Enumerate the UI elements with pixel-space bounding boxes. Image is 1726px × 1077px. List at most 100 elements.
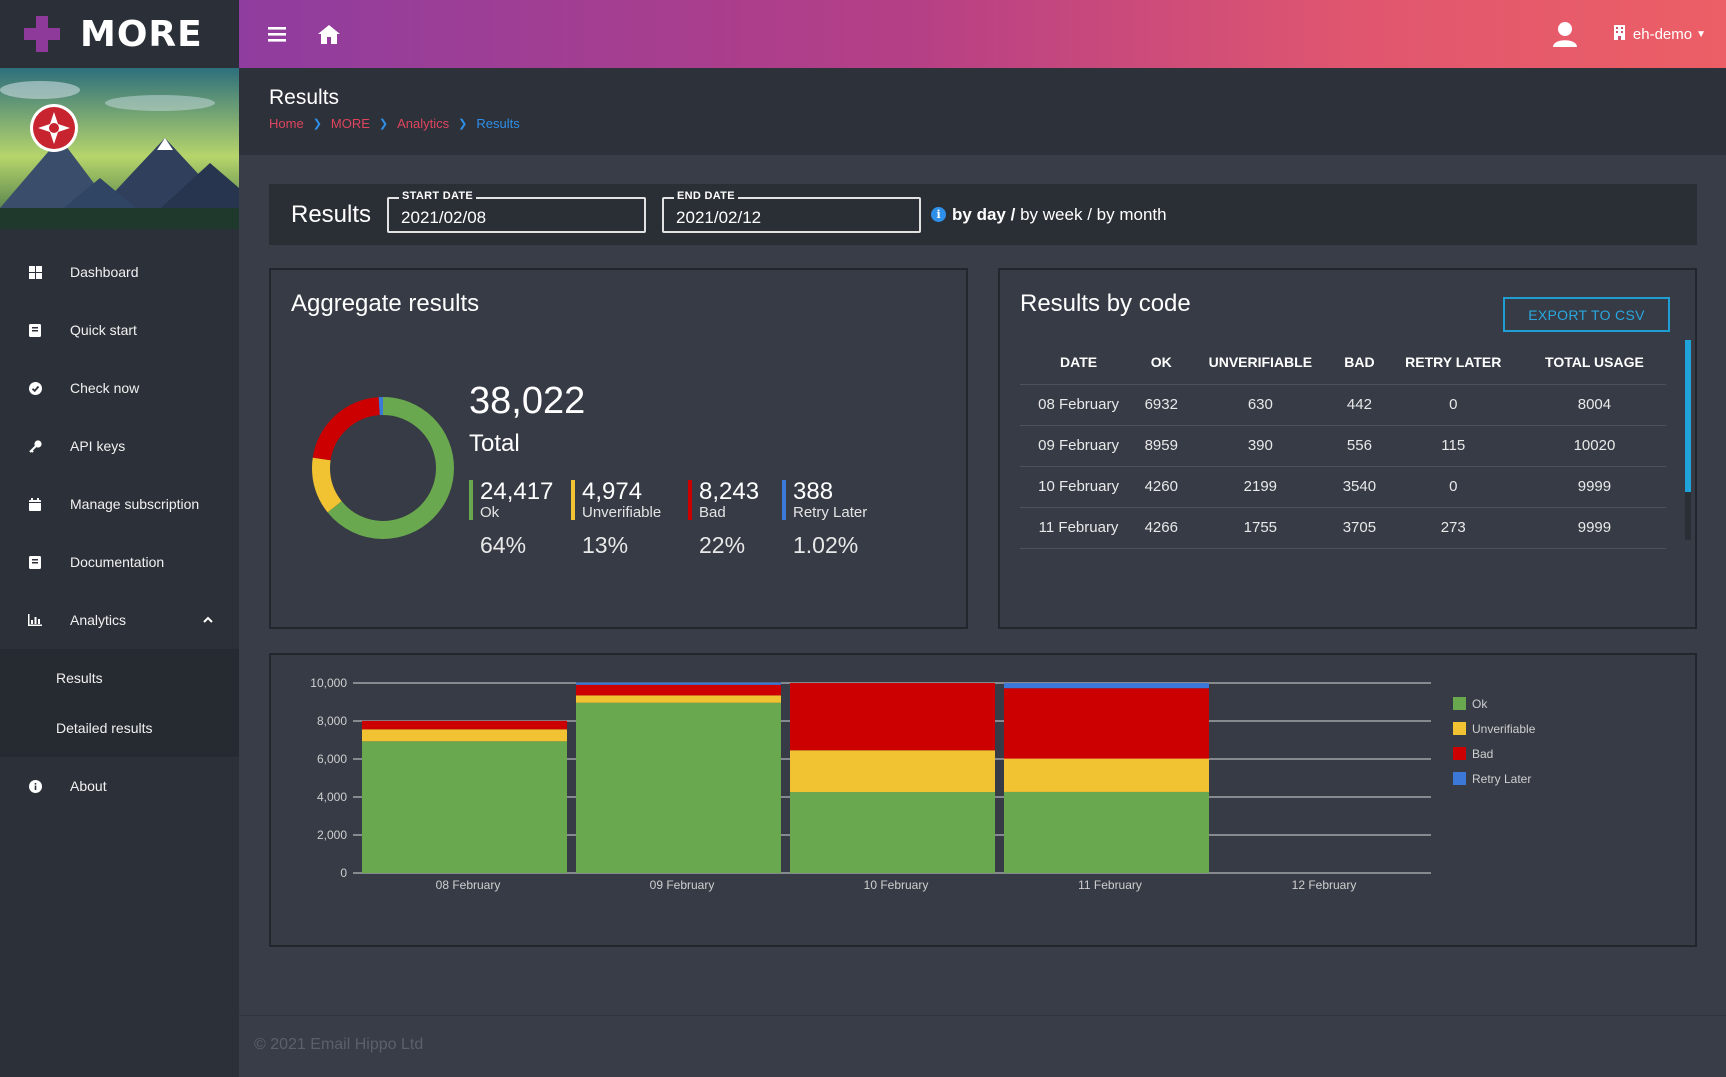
page-title: Results bbox=[269, 86, 340, 109]
table-row: 10 February 4260 2199 3540 0 9999 bbox=[1020, 466, 1666, 508]
end-date-label: END DATE bbox=[674, 189, 738, 202]
table-cell: 630 bbox=[1185, 384, 1336, 426]
legend-swatch bbox=[1453, 697, 1466, 710]
table-cell: 8959 bbox=[1137, 425, 1186, 467]
y-tick-label: 8,000 bbox=[317, 714, 347, 728]
legend-label[interactable]: Bad bbox=[1472, 747, 1493, 761]
bar-segment-unverifiable[interactable] bbox=[362, 729, 567, 742]
sidebar-item-quick-start[interactable]: Quick start bbox=[0, 301, 239, 359]
bar-segment-bad[interactable] bbox=[790, 683, 995, 751]
export-csv-button[interactable]: EXPORT TO CSV bbox=[1503, 297, 1670, 332]
sidebar-item-documentation[interactable]: Documentation bbox=[0, 533, 239, 591]
table-cell: 4260 bbox=[1137, 466, 1186, 508]
sidebar-banner bbox=[0, 68, 239, 229]
sidebar-subitem-results[interactable]: Results bbox=[0, 653, 239, 703]
bar-chart-icon bbox=[28, 613, 42, 627]
stat-bad: 8,243 Bad bbox=[688, 478, 760, 521]
breadcrumb-analytics[interactable]: Analytics bbox=[397, 116, 449, 131]
table-header-row: DATE OK UNVERIFIABLE BAD RETRY LATER TOT… bbox=[1020, 340, 1666, 385]
info-icon[interactable]: i bbox=[931, 207, 947, 222]
start-date-input[interactable] bbox=[389, 198, 645, 231]
table-cell: 3540 bbox=[1335, 466, 1384, 508]
stat-value: 8,243 bbox=[699, 478, 760, 505]
stat-percent-unverifiable: 13% bbox=[582, 532, 629, 558]
dashboard-icon bbox=[28, 265, 42, 279]
bar-segment-retry-later[interactable] bbox=[1004, 683, 1209, 689]
sidebar: MORE Dashboard Quick start Check now API… bbox=[0, 0, 239, 1077]
breadcrumb-more[interactable]: MORE bbox=[331, 116, 370, 131]
start-date-field: START DATE bbox=[387, 189, 647, 233]
bar-segment-ok[interactable] bbox=[790, 792, 995, 873]
x-tick-label: 11 February bbox=[1078, 878, 1142, 892]
x-tick-label: 10 February bbox=[864, 878, 929, 892]
sidebar-item-analytics[interactable]: Analytics bbox=[0, 591, 239, 649]
end-date-input[interactable] bbox=[664, 198, 920, 231]
table-cell: 6932 bbox=[1137, 384, 1186, 426]
sidebar-item-dashboard[interactable]: Dashboard bbox=[0, 243, 239, 301]
filter-bar: Results START DATE END DATE i by day / b… bbox=[269, 184, 1697, 245]
scrollbar-thumb[interactable] bbox=[1685, 340, 1691, 492]
bar-segment-retry-later[interactable] bbox=[576, 682, 781, 685]
card-title: Results by code bbox=[1020, 290, 1191, 317]
stacked-bar-chart-card: 0 2,000 4,000 6,000 8,000 10,000 08 February 09… bbox=[269, 653, 1697, 947]
stat-ok: 24,417 Ok bbox=[469, 480, 553, 521]
sidebar-nav: Dashboard Quick start Check now API keys… bbox=[0, 229, 239, 815]
bar-segment-unverifiable[interactable] bbox=[1004, 758, 1209, 792]
bar-segment-bad[interactable] bbox=[576, 684, 781, 696]
bar-segment-ok[interactable] bbox=[362, 741, 567, 873]
bar-segment-unverifiable[interactable] bbox=[790, 750, 995, 793]
period-by-month[interactable]: by month bbox=[1097, 205, 1167, 225]
page-header: Results Home ❯ MORE ❯ Analytics ❯ Result… bbox=[239, 68, 1726, 155]
table-cell: 09 February bbox=[1020, 425, 1138, 467]
home-icon[interactable] bbox=[317, 22, 341, 46]
table-cell: 10 February bbox=[1020, 466, 1138, 508]
column-header: TOTAL USAGE bbox=[1522, 340, 1666, 385]
caret-down-icon: ▼ bbox=[1696, 28, 1706, 40]
table-cell: 115 bbox=[1383, 425, 1523, 467]
bar-segment-bad[interactable] bbox=[362, 720, 567, 730]
table-cell: 273 bbox=[1383, 507, 1523, 549]
account-dropdown[interactable]: eh-demo ▼ bbox=[1613, 24, 1706, 44]
sidebar-item-label: Analytics bbox=[70, 612, 127, 628]
user-icon[interactable] bbox=[1552, 21, 1578, 47]
table-cell: 08 February bbox=[1020, 384, 1138, 426]
sidebar-subitem-detailed-results[interactable]: Detailed results bbox=[0, 703, 239, 753]
stat-label: Bad bbox=[699, 504, 726, 521]
bar-segment-ok[interactable] bbox=[576, 702, 781, 873]
sidebar-item-check-now[interactable]: Check now bbox=[0, 359, 239, 417]
stat-label: Retry Later bbox=[793, 504, 868, 521]
results-table: DATE OK UNVERIFIABLE BAD RETRY LATER TOT… bbox=[1020, 340, 1666, 549]
bar-segment-unverifiable[interactable] bbox=[576, 695, 781, 703]
brand-name: MORE bbox=[80, 13, 203, 55]
table-cell: 3705 bbox=[1335, 507, 1384, 549]
period-by-day[interactable]: by day bbox=[952, 205, 1006, 225]
bar-segment-ok[interactable] bbox=[1004, 791, 1209, 873]
table-scrollbar[interactable] bbox=[1685, 340, 1691, 540]
stat-value: 4,974 bbox=[582, 478, 643, 505]
sidebar-item-api-keys[interactable]: API keys bbox=[0, 417, 239, 475]
table-cell: 556 bbox=[1335, 425, 1384, 467]
legend-label[interactable]: Unverifiable bbox=[1472, 722, 1536, 736]
period-by-week[interactable]: by week bbox=[1020, 205, 1082, 225]
table-cell: 2199 bbox=[1185, 466, 1336, 508]
mountain-banner-image bbox=[0, 68, 239, 229]
column-header: UNVERIFIABLE bbox=[1185, 340, 1336, 385]
column-header: OK bbox=[1137, 340, 1186, 385]
period-separator: / bbox=[1087, 204, 1092, 224]
table-row: 11 February 4266 1755 3705 273 9999 bbox=[1020, 507, 1666, 549]
hamburger-icon[interactable] bbox=[265, 22, 289, 46]
y-tick-label: 6,000 bbox=[317, 752, 347, 766]
sidebar-item-about[interactable]: About bbox=[0, 757, 239, 815]
stat-label: Ok bbox=[480, 504, 500, 521]
x-tick-label: 09 February bbox=[650, 878, 715, 892]
legend-label[interactable]: Retry Later bbox=[1472, 772, 1531, 786]
sidebar-item-label: Manage subscription bbox=[70, 496, 200, 512]
breadcrumb-home[interactable]: Home bbox=[269, 116, 304, 131]
legend-label[interactable]: Ok bbox=[1472, 697, 1488, 711]
brand[interactable]: MORE bbox=[0, 0, 239, 68]
sidebar-item-manage-subscription[interactable]: Manage subscription bbox=[0, 475, 239, 533]
footer-copyright: © 2021 Email Hippo Ltd bbox=[239, 1015, 1726, 1077]
stat-retry-later: 388 Retry Later bbox=[782, 480, 868, 521]
bar-segment-bad[interactable] bbox=[1004, 688, 1209, 759]
table-cell: 9999 bbox=[1522, 466, 1666, 508]
